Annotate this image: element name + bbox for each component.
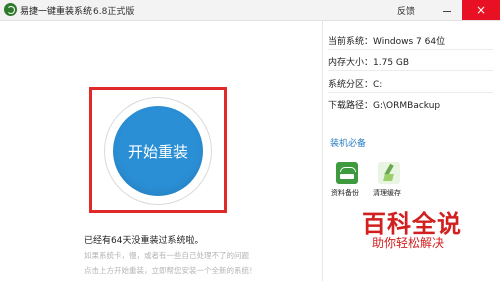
- info-value: 1.75 GB: [373, 58, 410, 68]
- feedback-link[interactable]: 反馈: [397, 4, 415, 17]
- minimize-button[interactable]: [436, 2, 458, 18]
- backup-icon[interactable]: [336, 162, 358, 184]
- title-bar: 易捷一键重装系统 6.8正式版 反馈 ×: [0, 0, 500, 21]
- essentials-title[interactable]: 装机必备: [330, 136, 366, 149]
- info-key: 内存大小：: [328, 58, 374, 68]
- start-reinstall-button[interactable]: 开始重装: [113, 106, 203, 196]
- info-key: 下载路径：: [328, 101, 374, 111]
- row-divider: [328, 49, 493, 50]
- tool-label-clean[interactable]: 清理缓存: [373, 188, 401, 198]
- tool-label-backup[interactable]: 资料备份: [331, 188, 359, 198]
- info-row-memory: 内存大小：1.75 GB: [328, 55, 409, 68]
- info-key: 当前系统：: [328, 37, 374, 47]
- info-value: C:: [373, 80, 383, 90]
- watermark-subtitle: 助你轻松解决: [372, 236, 445, 250]
- days-since-reinstall-text: 已经有64天没重装过系统啦。: [84, 236, 204, 246]
- row-divider: [328, 70, 493, 71]
- row-divider: [328, 92, 493, 93]
- info-row-download-path: 下载路径：G:\ORMBackup: [328, 98, 440, 111]
- broom-icon[interactable]: [378, 162, 400, 184]
- app-version: 6.8正式版: [93, 7, 135, 17]
- info-row-os: 当前系统：Windows 7 64位: [328, 34, 445, 47]
- info-value: G:\ORMBackup: [373, 101, 441, 111]
- hint-text-line1: 如果系统卡，慢，或者有一些自己处理不了的问题: [84, 251, 249, 260]
- app-logo-icon: [4, 3, 17, 16]
- info-row-partition: 系统分区：C:: [328, 77, 382, 90]
- close-button[interactable]: ×: [462, 0, 500, 20]
- hint-text-line2: 点击上方开始重装，立即帮您安装一个全新的系统！: [84, 266, 257, 275]
- info-value: Windows 7 64位: [373, 37, 446, 47]
- app-title: 易捷一键重装系统: [20, 7, 93, 17]
- info-key: 系统分区：: [328, 80, 374, 90]
